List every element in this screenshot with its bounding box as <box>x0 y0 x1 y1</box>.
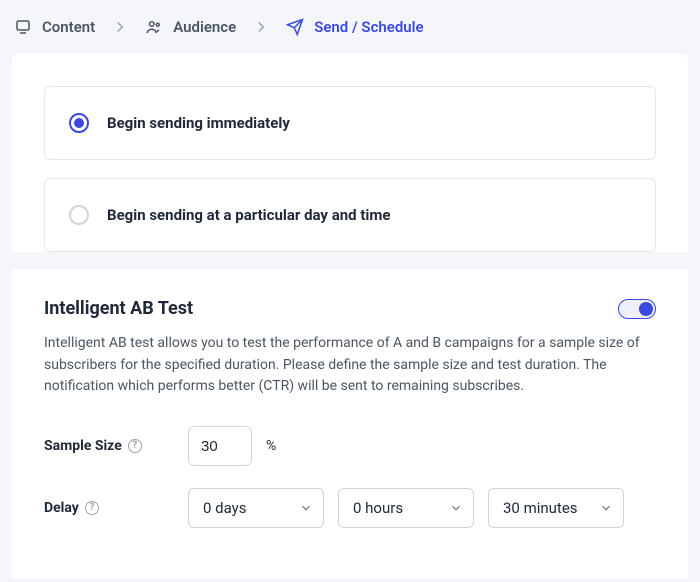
option-send-scheduled[interactable]: Begin sending at a particular day and ti… <box>44 178 656 252</box>
breadcrumb: Content Audience Send / Schedule <box>0 0 700 54</box>
chevron-down-icon <box>449 501 463 515</box>
breadcrumb-label: Content <box>42 18 95 36</box>
sample-size-row: Sample Size ? % <box>44 426 656 466</box>
chevron-down-icon <box>599 501 613 515</box>
breadcrumb-label: Audience <box>173 18 236 36</box>
select-value: 0 days <box>203 499 247 517</box>
chevron-right-icon <box>252 18 270 36</box>
abtest-title: Intelligent AB Test <box>44 298 193 319</box>
abtest-header: Intelligent AB Test <box>44 298 656 319</box>
help-icon[interactable]: ? <box>85 501 99 515</box>
breadcrumb-item-content[interactable]: Content <box>14 18 95 36</box>
delay-row: Delay ? 0 days 0 hours 30 minutes <box>44 488 656 528</box>
sample-size-unit: % <box>266 438 276 454</box>
select-value: 0 hours <box>353 499 403 517</box>
radio-unselected-icon[interactable] <box>69 205 89 225</box>
help-icon[interactable]: ? <box>128 439 142 453</box>
option-label: Begin sending at a particular day and ti… <box>107 206 390 224</box>
abtest-section: Intelligent AB Test Intelligent AB test … <box>12 270 688 578</box>
sample-size-label: Sample Size ? <box>44 438 174 454</box>
send-icon <box>286 18 304 36</box>
breadcrumb-label: Send / Schedule <box>314 18 423 36</box>
abtest-description: Intelligent AB test allows you to test t… <box>44 333 656 398</box>
sample-size-input[interactable] <box>188 426 252 466</box>
chevron-right-icon <box>111 18 129 36</box>
breadcrumb-item-send[interactable]: Send / Schedule <box>286 18 423 36</box>
chevron-down-icon <box>299 501 313 515</box>
option-label: Begin sending immediately <box>107 114 290 132</box>
select-value: 30 minutes <box>503 499 578 517</box>
radio-selected-icon[interactable] <box>69 113 89 133</box>
option-send-immediately[interactable]: Begin sending immediately <box>44 86 656 160</box>
send-options-card: Begin sending immediately Begin sending … <box>12 54 688 252</box>
label-text: Sample Size <box>44 438 122 454</box>
delay-hours-select[interactable]: 0 hours <box>338 488 474 528</box>
delay-label: Delay ? <box>44 500 174 516</box>
delay-minutes-select[interactable]: 30 minutes <box>488 488 624 528</box>
abtest-toggle[interactable] <box>618 299 656 319</box>
label-text: Delay <box>44 500 79 516</box>
breadcrumb-item-audience[interactable]: Audience <box>145 18 236 36</box>
audience-icon <box>145 18 163 36</box>
content-icon <box>14 18 32 36</box>
delay-days-select[interactable]: 0 days <box>188 488 324 528</box>
